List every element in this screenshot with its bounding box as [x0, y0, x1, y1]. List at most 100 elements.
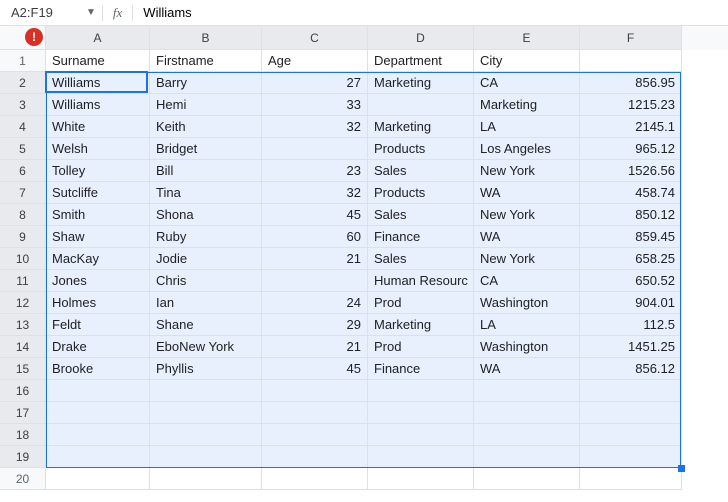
cell-D10[interactable]: Sales: [368, 248, 474, 270]
row-header-6[interactable]: 6: [0, 160, 46, 182]
cell-E7[interactable]: WA: [474, 182, 580, 204]
cell-A15[interactable]: Brooke: [46, 358, 150, 380]
cell-D12[interactable]: Prod: [368, 292, 474, 314]
cell-E15[interactable]: WA: [474, 358, 580, 380]
cell-A10[interactable]: MacKay: [46, 248, 150, 270]
cell-D2[interactable]: Marketing: [368, 72, 474, 94]
row-header-12[interactable]: 12: [0, 292, 46, 314]
cell-E1[interactable]: City: [474, 50, 580, 72]
cell-A13[interactable]: Feldt: [46, 314, 150, 336]
row-header-8[interactable]: 8: [0, 204, 46, 226]
row-header-3[interactable]: 3: [0, 94, 46, 116]
cell-B11[interactable]: Chris: [150, 270, 262, 292]
cell-F14[interactable]: 1451.25: [580, 336, 682, 358]
cell-F17[interactable]: [580, 402, 682, 424]
cell-B15[interactable]: Phyllis: [150, 358, 262, 380]
cell-F9[interactable]: 859.45: [580, 226, 682, 248]
cell-F20[interactable]: [580, 468, 682, 490]
error-badge-icon[interactable]: !: [25, 28, 43, 46]
cell-D16[interactable]: [368, 380, 474, 402]
cell-D5[interactable]: Products: [368, 138, 474, 160]
row-header-10[interactable]: 10: [0, 248, 46, 270]
row-header-19[interactable]: 19: [0, 446, 46, 468]
cell-B5[interactable]: Bridget: [150, 138, 262, 160]
cell-A18[interactable]: [46, 424, 150, 446]
cell-E17[interactable]: [474, 402, 580, 424]
cell-F11[interactable]: 650.52: [580, 270, 682, 292]
cell-B6[interactable]: Bill: [150, 160, 262, 182]
cell-D17[interactable]: [368, 402, 474, 424]
name-box[interactable]: [6, 2, 80, 23]
cell-D7[interactable]: Products: [368, 182, 474, 204]
cell-F6[interactable]: 1526.56: [580, 160, 682, 182]
cell-F16[interactable]: [580, 380, 682, 402]
cell-F7[interactable]: 458.74: [580, 182, 682, 204]
cell-E2[interactable]: CA: [474, 72, 580, 94]
cell-E14[interactable]: Washington: [474, 336, 580, 358]
cell-B8[interactable]: Shona: [150, 204, 262, 226]
cell-C12[interactable]: 24: [262, 292, 368, 314]
chevron-down-icon[interactable]: ▼: [86, 7, 96, 18]
fx-icon[interactable]: fx: [102, 5, 133, 21]
cell-C6[interactable]: 23: [262, 160, 368, 182]
cell-A11[interactable]: Jones: [46, 270, 150, 292]
cell-D9[interactable]: Finance: [368, 226, 474, 248]
cell-F19[interactable]: [580, 446, 682, 468]
col-header-E[interactable]: E: [474, 26, 580, 50]
cell-C4[interactable]: 32: [262, 116, 368, 138]
cell-A19[interactable]: [46, 446, 150, 468]
cell-A6[interactable]: Tolley: [46, 160, 150, 182]
cell-C11[interactable]: [262, 270, 368, 292]
cell-C10[interactable]: 21: [262, 248, 368, 270]
cell-B19[interactable]: [150, 446, 262, 468]
row-header-2[interactable]: 2: [0, 72, 46, 94]
row-header-9[interactable]: 9: [0, 226, 46, 248]
cell-A17[interactable]: [46, 402, 150, 424]
cell-B20[interactable]: [150, 468, 262, 490]
row-header-4[interactable]: 4: [0, 116, 46, 138]
cell-A20[interactable]: [46, 468, 150, 490]
cell-E5[interactable]: Los Angeles: [474, 138, 580, 160]
cell-D3[interactable]: [368, 94, 474, 116]
row-header-14[interactable]: 14: [0, 336, 46, 358]
cell-C16[interactable]: [262, 380, 368, 402]
cell-A12[interactable]: Holmes: [46, 292, 150, 314]
row-header-11[interactable]: 11: [0, 270, 46, 292]
cell-E16[interactable]: [474, 380, 580, 402]
cell-B9[interactable]: Ruby: [150, 226, 262, 248]
row-header-17[interactable]: 17: [0, 402, 46, 424]
cell-B16[interactable]: [150, 380, 262, 402]
cell-A7[interactable]: Sutcliffe: [46, 182, 150, 204]
cell-B14[interactable]: EboNew York: [150, 336, 262, 358]
cell-E4[interactable]: LA: [474, 116, 580, 138]
cell-D14[interactable]: Prod: [368, 336, 474, 358]
cell-B18[interactable]: [150, 424, 262, 446]
formula-input[interactable]: [139, 3, 722, 22]
cell-B13[interactable]: Shane: [150, 314, 262, 336]
cell-B7[interactable]: Tina: [150, 182, 262, 204]
cell-F5[interactable]: 965.12: [580, 138, 682, 160]
select-all-corner[interactable]: !: [0, 26, 46, 50]
cell-E6[interactable]: New York: [474, 160, 580, 182]
row-header-16[interactable]: 16: [0, 380, 46, 402]
cell-B1[interactable]: Firstname: [150, 50, 262, 72]
cell-B4[interactable]: Keith: [150, 116, 262, 138]
cell-F13[interactable]: 112.5: [580, 314, 682, 336]
cell-D18[interactable]: [368, 424, 474, 446]
cell-E19[interactable]: [474, 446, 580, 468]
row-header-5[interactable]: 5: [0, 138, 46, 160]
col-header-B[interactable]: B: [150, 26, 262, 50]
cell-D11[interactable]: Human Resourc: [368, 270, 474, 292]
cell-C7[interactable]: 32: [262, 182, 368, 204]
cell-C9[interactable]: 60: [262, 226, 368, 248]
cell-A2[interactable]: Williams: [46, 72, 150, 94]
row-header-18[interactable]: 18: [0, 424, 46, 446]
row-header-7[interactable]: 7: [0, 182, 46, 204]
cell-D4[interactable]: Marketing: [368, 116, 474, 138]
cell-E13[interactable]: LA: [474, 314, 580, 336]
row-header-15[interactable]: 15: [0, 358, 46, 380]
col-header-D[interactable]: D: [368, 26, 474, 50]
cell-E3[interactable]: Marketing: [474, 94, 580, 116]
cell-E12[interactable]: Washington: [474, 292, 580, 314]
cell-E10[interactable]: New York: [474, 248, 580, 270]
